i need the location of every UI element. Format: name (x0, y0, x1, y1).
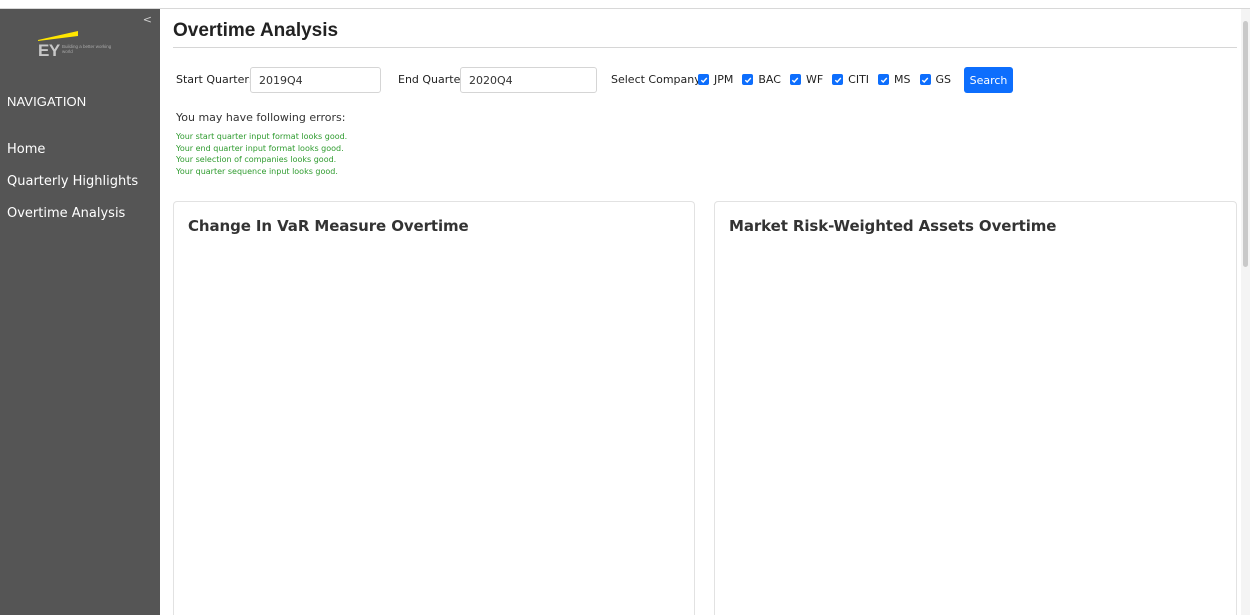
company-checkbox-bac[interactable]: BAC (742, 73, 781, 86)
check-icon[interactable] (919, 74, 931, 85)
check-icon[interactable] (789, 74, 801, 85)
nav-heading: NAVIGATION (7, 94, 87, 109)
select-company-label: Select Company: (611, 73, 704, 86)
scrollbar-thumb[interactable] (1243, 21, 1248, 267)
start-quarter-input[interactable] (250, 67, 381, 93)
chevron-left-icon[interactable]: < (143, 14, 152, 25)
title-divider (173, 47, 1237, 48)
validation-message: Your start quarter input format looks go… (176, 132, 348, 141)
search-button[interactable]: Search (964, 67, 1013, 93)
validation-message: Your quarter sequence input looks good. (176, 166, 338, 176)
main-content: Overtime Analysis Start Quarter: End Qua… (160, 9, 1250, 615)
check-icon[interactable] (878, 74, 890, 85)
validation-message: Your end quarter input format looks good… (176, 143, 344, 153)
company-name: GS (935, 73, 952, 86)
sidebar-item-quarterly-highlights[interactable]: Quarterly Highlights (0, 166, 160, 198)
top-border (0, 0, 1250, 9)
check-icon[interactable] (698, 74, 709, 85)
filter-row: Start Quarter: End Quarter: Select Compa… (176, 67, 1236, 93)
end-quarter-label: End Quarter: (398, 73, 469, 86)
validation-messages: Your start quarter input format looks go… (176, 131, 347, 177)
validation-message: Your selection of companies looks good. (176, 155, 337, 164)
sidebar-item-overtime-analysis[interactable]: Overtime Analysis (0, 198, 160, 230)
var-measure-chart-area (188, 248, 680, 615)
errors-title: You may have following errors: (176, 111, 346, 124)
company-checkbox-jpm[interactable]: JPM (698, 73, 733, 86)
start-quarter-label: Start Quarter: (176, 73, 253, 86)
logo-mark: EY (38, 41, 60, 60)
card-title: Market Risk-Weighted Assets Overtime (729, 217, 1057, 235)
card-title: Change In VaR Measure Overtime (188, 217, 469, 235)
company-name: JPM (714, 73, 734, 86)
sidebar-item-home[interactable]: Home (0, 134, 160, 166)
company-checkbox-ms[interactable]: MS (878, 73, 911, 86)
market-rwa-card: Market Risk-Weighted Assets Overtime (714, 201, 1237, 615)
company-checkbox-wf[interactable]: WF (789, 73, 824, 86)
market-rwa-chart-area (729, 248, 1222, 615)
logo-beam-icon (38, 31, 78, 41)
company-checkbox-citi[interactable]: CITI (832, 73, 869, 86)
company-name: MS (894, 73, 911, 86)
company-checkbox-gs[interactable]: GS (919, 73, 952, 86)
nav-list: Home Quarterly Highlights Overtime Analy… (0, 134, 160, 230)
company-name: BAC (758, 73, 781, 86)
check-icon[interactable] (832, 74, 844, 85)
var-measure-card: Change In VaR Measure Overtime (173, 201, 695, 615)
company-name: WF (805, 73, 824, 86)
sidebar: < EY Building a better working world NAV… (0, 9, 160, 615)
company-name: CITI (848, 73, 870, 86)
ey-logo: EY Building a better working world (38, 27, 118, 63)
page-title: Overtime Analysis (173, 20, 339, 41)
end-quarter-input[interactable] (460, 67, 597, 93)
logo-tagline: Building a better working world (62, 44, 112, 54)
page-scrollbar[interactable] (1241, 9, 1250, 615)
check-icon[interactable] (742, 74, 754, 85)
company-checkbox-group: JPM BAC WF CITI MS GS (698, 73, 960, 86)
